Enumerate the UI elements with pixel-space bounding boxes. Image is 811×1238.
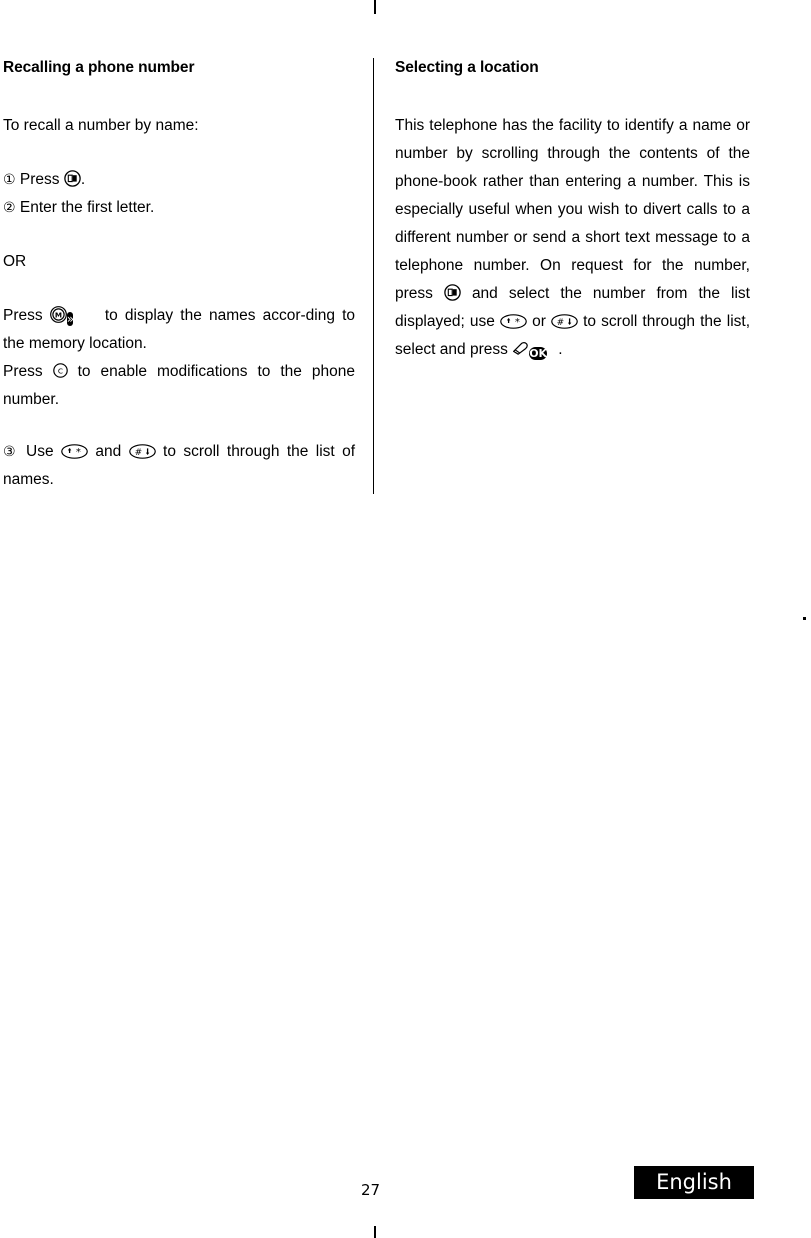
svg-text:M: M: [55, 311, 62, 320]
scroll-up-star-key-icon: *: [500, 314, 527, 329]
step-1-number: ①: [3, 172, 16, 188]
selecting-location-text-part5: .: [558, 341, 563, 358]
step-3-use-label: Use: [26, 443, 54, 460]
ok-key-icon: OK: [529, 339, 558, 360]
step-3-text: to scroll through the list of names.: [3, 443, 356, 488]
or-label: OR: [3, 253, 27, 270]
step-1-label: Press: [19, 171, 60, 188]
next-key-label: »: [66, 312, 74, 326]
scroll-down-hash-key-icon: #: [551, 314, 578, 329]
step-1-trailing: .: [80, 171, 86, 188]
page-number: 27: [361, 1181, 381, 1199]
phonebook-key-icon: [444, 284, 461, 301]
step-3-and-label: and: [95, 443, 122, 460]
selecting-location-text-part1: This telephone has the facility to ident…: [395, 117, 750, 302]
step-3-number: ③: [3, 444, 19, 460]
language-badge: English: [634, 1166, 754, 1199]
scroll-down-hash-key-icon: #: [128, 444, 156, 459]
manual-page: Recalling a phone number To recall a num…: [0, 0, 811, 1238]
step-2-number: ②: [3, 200, 16, 216]
svg-text:*: *: [515, 317, 520, 328]
clear-modify-paragraph: Press C to enable modifications to the p…: [3, 358, 355, 414]
svg-text:#: #: [557, 318, 565, 328]
memory-recall-paragraph: Press M » to display the names accor-din…: [3, 302, 355, 358]
clear-press-label: Press: [3, 363, 43, 380]
svg-text:C: C: [58, 366, 63, 375]
step-1: ① Press .: [3, 166, 355, 194]
step-3: ③ Use * and # to scroll through the list…: [3, 438, 355, 494]
scroll-up-star-key-icon: *: [61, 444, 88, 459]
left-column: Recalling a phone number To recall a num…: [3, 58, 355, 494]
phonebook-key-icon: [64, 170, 81, 187]
selecting-location-text-part3: or: [532, 313, 546, 330]
memory-key-icon: M: [49, 306, 67, 323]
right-column: Selecting a location This telephone has …: [395, 58, 750, 364]
pencil-icon: [512, 341, 529, 356]
ok-key-label: OK: [529, 347, 548, 360]
left-section-title: Recalling a phone number: [3, 59, 195, 76]
next-key-icon: »: [66, 305, 98, 326]
step-2: ② Enter the first letter.: [3, 194, 355, 222]
step-2-label: Enter the first letter.: [19, 199, 155, 216]
svg-text:#: #: [134, 448, 142, 458]
memory-press-label: Press: [3, 307, 43, 324]
clear-key-icon: C: [52, 363, 68, 378]
column-divider: [373, 58, 374, 494]
selecting-location-paragraph: This telephone has the facility to ident…: [395, 112, 750, 364]
right-section-title: Selecting a location: [395, 59, 539, 76]
recall-intro-text: To recall a number by name:: [3, 117, 199, 134]
svg-text:*: *: [76, 447, 81, 458]
